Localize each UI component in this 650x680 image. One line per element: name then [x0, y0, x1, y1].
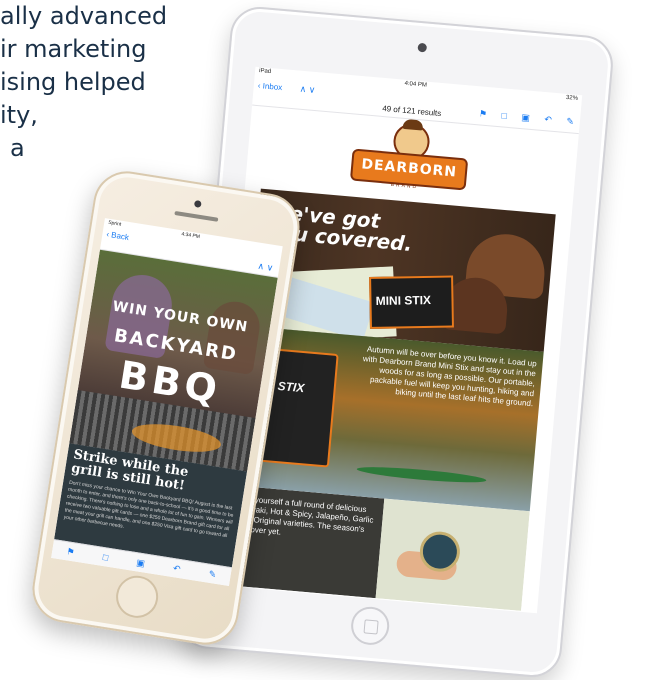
background-line: ising helped [0, 68, 146, 96]
carrier-label: iPad [258, 68, 272, 76]
compose-icon[interactable]: ✎ [208, 568, 217, 580]
back-label: Inbox [262, 81, 283, 93]
iphone-screen: Sprint 4:34 PM ‹ Back ∧ ∨ WIN YOUR OWN B… [51, 218, 283, 587]
chevron-left-icon: ‹ [257, 80, 261, 91]
carrier-label: Sprint [107, 219, 122, 228]
chevron-left-icon: ‹ [105, 229, 110, 239]
back-button[interactable]: ‹ Inbox [257, 81, 282, 92]
message-nav-arrows[interactable]: ∧ ∨ [299, 84, 315, 96]
compass-image [375, 498, 530, 611]
archive-icon[interactable]: ▣ [521, 112, 530, 123]
folder-icon[interactable]: □ [501, 110, 507, 120]
bbq-hero: WIN YOUR OWN BACKYARD BBQ [69, 249, 278, 472]
folder-icon[interactable]: □ [102, 552, 109, 563]
reply-icon[interactable]: ↶ [544, 114, 552, 125]
logo-subtext: BRAND [390, 181, 419, 191]
clock: 4:04 PM [404, 80, 428, 89]
back-label: Back [110, 230, 130, 243]
camera-icon [417, 42, 428, 53]
reply-icon[interactable]: ↶ [172, 563, 181, 575]
flag-icon[interactable]: ⚑ [479, 108, 488, 119]
mail-toolbar: ⚑ □ ▣ ↶ ✎ [467, 107, 575, 127]
flag-icon[interactable]: ⚑ [66, 546, 76, 558]
battery-label: 32% [565, 94, 579, 102]
home-button[interactable] [113, 572, 162, 621]
autumn-panel: STIX Autumn will be over before you know… [234, 326, 544, 512]
home-button[interactable] [349, 605, 391, 647]
home-button-square [363, 619, 379, 635]
message-nav-arrows[interactable]: ∧ ∨ [257, 261, 274, 274]
autumn-copy: Autumn will be over before you know it. … [362, 344, 538, 409]
result-count: 49 of 121 results [381, 103, 442, 119]
compose-icon[interactable]: ✎ [566, 116, 574, 127]
varieties-copy: Get yourself a full round of delicious T… [236, 493, 374, 537]
product-label: MINI STIX [375, 292, 432, 308]
background-line: ally advanced [0, 2, 168, 30]
back-button[interactable]: ‹ Back [106, 230, 130, 242]
background-line: ir marketing [0, 35, 147, 63]
canoe-image [356, 464, 487, 486]
camera-icon [193, 199, 202, 208]
speaker-grille [174, 210, 219, 222]
bag-label: STIX [277, 378, 305, 396]
archive-icon[interactable]: ▣ [136, 557, 146, 569]
